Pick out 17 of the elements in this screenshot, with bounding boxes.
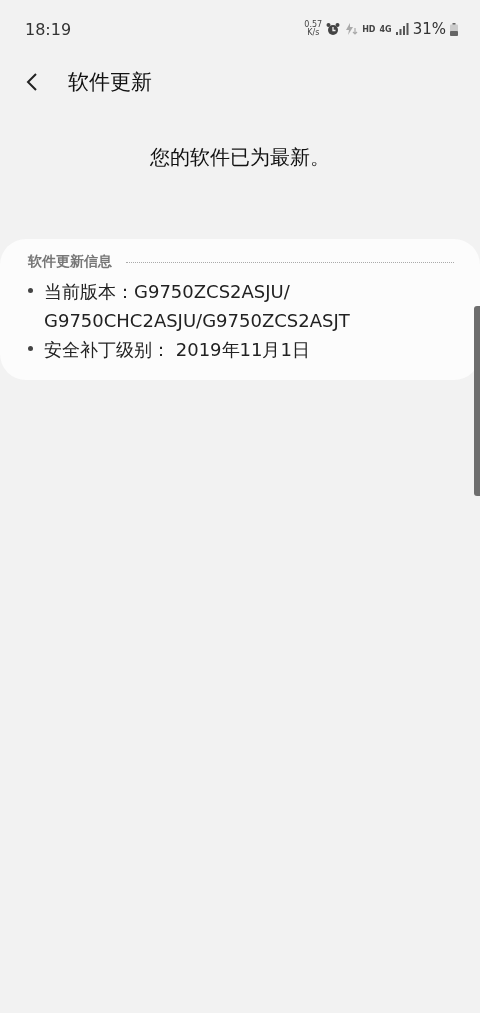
battery-percent: 31% bbox=[412, 20, 446, 38]
signal-icon bbox=[395, 23, 409, 35]
status-message: 您的软件已为最新。 bbox=[149, 144, 331, 171]
alarm-icon bbox=[326, 22, 341, 36]
page-title: 软件更新 bbox=[68, 69, 152, 96]
data-saver-icon bbox=[344, 22, 359, 36]
hd-label: HD bbox=[362, 24, 376, 34]
section-heading: 软件更新信息 bbox=[28, 253, 112, 271]
bullet-icon bbox=[28, 288, 33, 293]
info-text: 当前版本：G9750ZCS2ASJU/ G9750CHC2ASJU/G9750ZCS2ASJT bbox=[44, 280, 350, 333]
info-text: 安全补丁级别： 2019年11月1日 bbox=[44, 338, 310, 362]
battery-icon bbox=[450, 22, 458, 36]
net-speed-unit: K/s bbox=[307, 29, 320, 37]
bullet-icon bbox=[28, 346, 33, 351]
net-speed-value: 0.57 bbox=[304, 21, 323, 29]
network-label: 4G bbox=[379, 24, 392, 34]
status-time: 18:19 bbox=[25, 19, 72, 39]
